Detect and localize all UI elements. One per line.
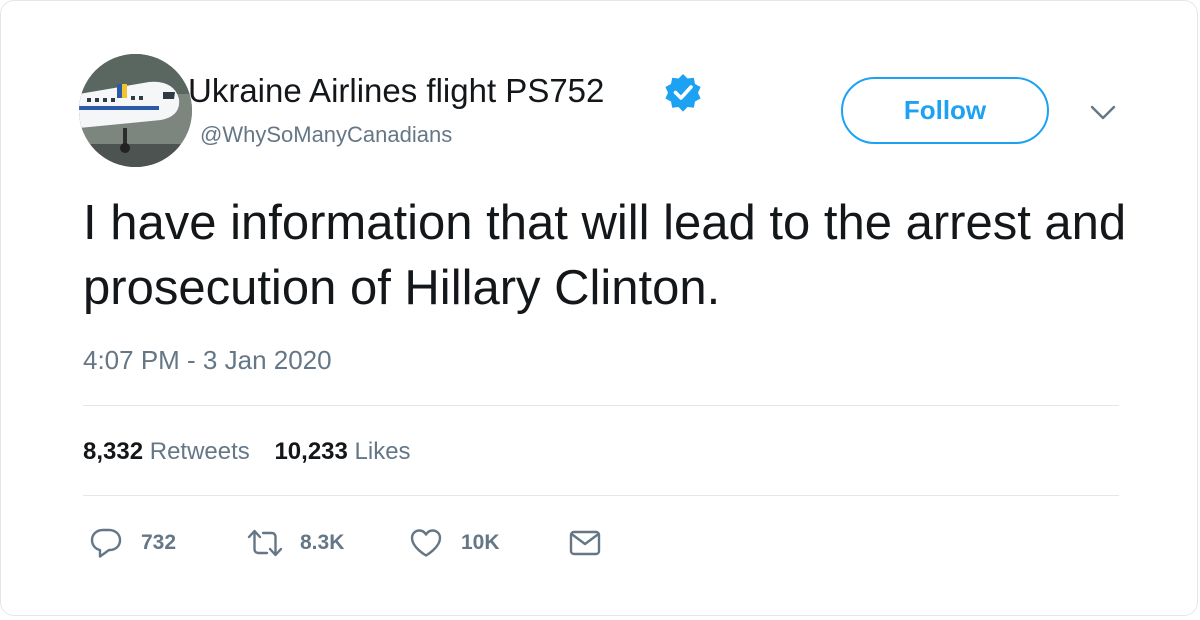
reply-button[interactable]: 732 bbox=[89, 523, 176, 563]
tweet-timestamp[interactable]: 4:07 PM - 3 Jan 2020 bbox=[83, 343, 332, 377]
like-count: 10K bbox=[461, 531, 500, 554]
divider bbox=[83, 405, 1119, 406]
like-button[interactable]: 10K bbox=[409, 523, 500, 563]
retweets-count: 8,332 bbox=[83, 438, 144, 465]
retweets-label: Retweets bbox=[149, 438, 250, 465]
account-handle[interactable]: @WhySoManyCanadians bbox=[200, 121, 452, 149]
retweets-stat[interactable]: 8,332 Retweets bbox=[83, 437, 250, 467]
direct-message-button[interactable] bbox=[568, 523, 602, 563]
tweet-card: Ukraine Airlines flight PS752 @WhySoMany… bbox=[0, 0, 1198, 616]
likes-stat[interactable]: 10,233 Likes bbox=[274, 437, 410, 467]
display-name[interactable]: Ukraine Airlines flight PS752 bbox=[188, 71, 604, 111]
chevron-down-icon[interactable] bbox=[1089, 103, 1117, 123]
reply-count: 732 bbox=[141, 531, 177, 554]
envelope-icon bbox=[569, 530, 601, 556]
follow-button[interactable]: Follow bbox=[841, 77, 1049, 144]
divider bbox=[83, 495, 1119, 496]
reply-icon bbox=[90, 528, 122, 558]
retweet-icon bbox=[247, 529, 283, 557]
avatar[interactable] bbox=[79, 54, 192, 167]
tweet-text: I have information that will lead to the… bbox=[83, 196, 1127, 315]
likes-label: Likes bbox=[354, 438, 411, 465]
likes-count: 10,233 bbox=[274, 438, 348, 465]
retweet-button[interactable]: 8.3K bbox=[246, 523, 344, 563]
heart-icon bbox=[410, 529, 442, 557]
verified-badge-icon bbox=[665, 74, 701, 112]
tweet-stats: 8,332 Retweets 10,233 Likes bbox=[83, 437, 411, 467]
retweet-count: 8.3K bbox=[300, 531, 345, 554]
